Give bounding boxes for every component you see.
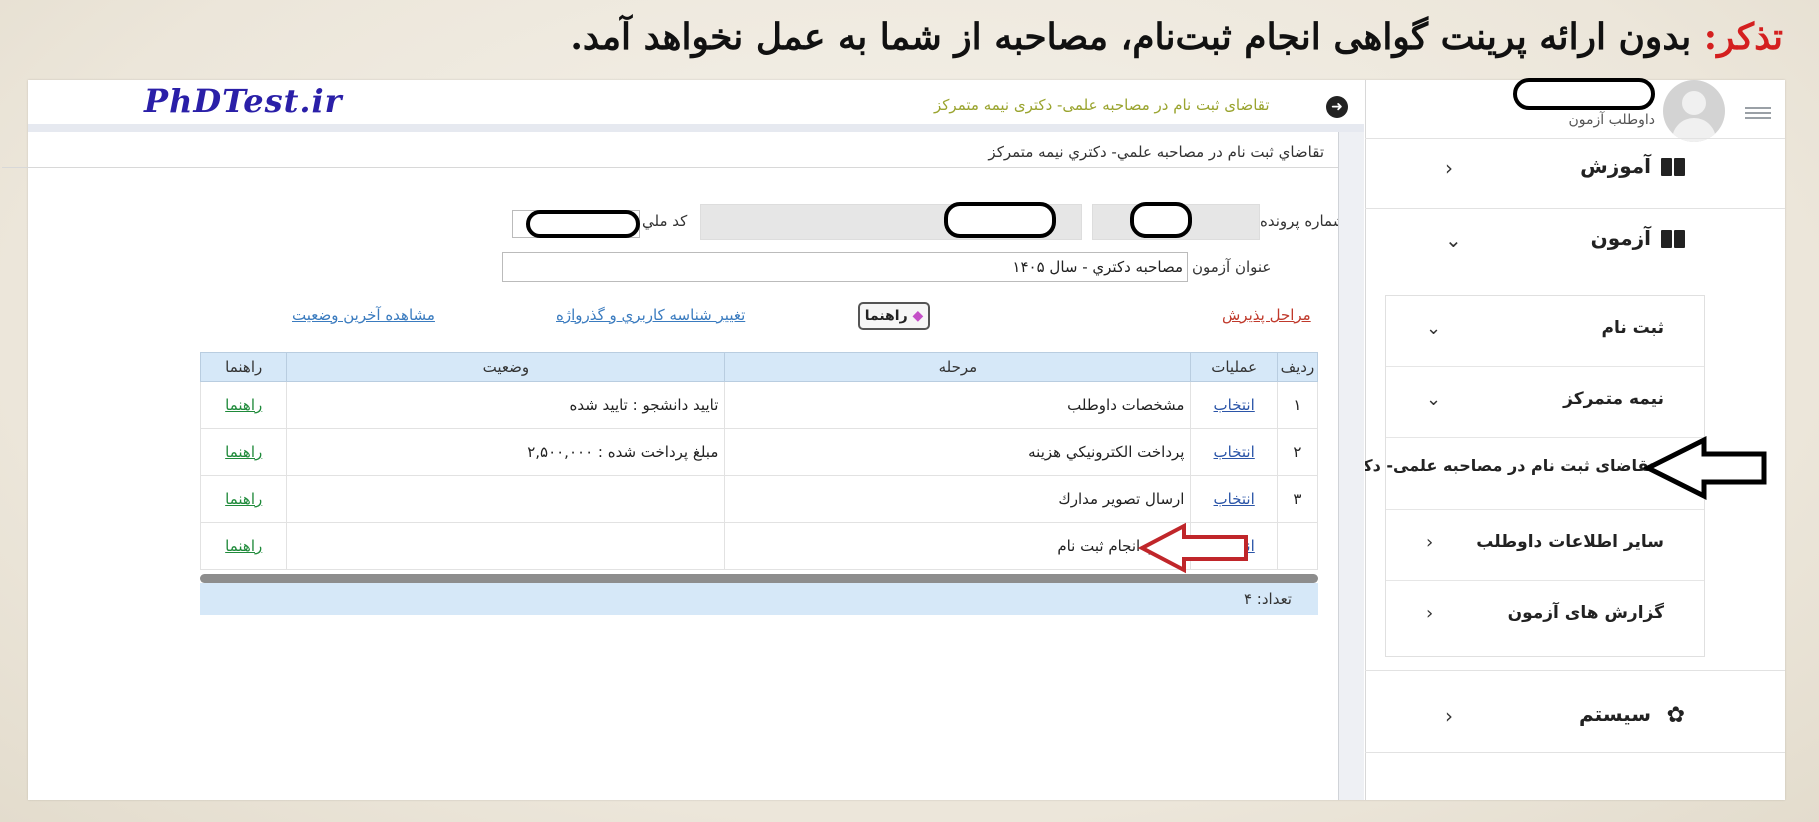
table-scrollbar[interactable]	[200, 574, 1318, 583]
submenu-item-semi-centralized[interactable]: نیمه متمرکز ⌄	[1386, 367, 1704, 437]
chevron-left-icon: ‹	[1426, 603, 1434, 624]
row-help-link[interactable]: راهنما	[225, 490, 262, 508]
submenu-item-interview-request[interactable]: تقاضای ثبت نام در مصاحبه علمی- دکتری نیم…	[1365, 456, 1655, 475]
redaction-mark	[526, 210, 640, 238]
row-help-link[interactable]: راهنما	[225, 443, 262, 461]
page-title: تقاضاي ثبت نام در مصاحبه علمي- دكتري نيم…	[988, 143, 1324, 161]
last-status-link[interactable]: مشاهده آخرين وضعيت	[292, 306, 435, 324]
submenu-item-registration[interactable]: ثبت نام ⌄	[1386, 296, 1704, 366]
status-cell	[286, 475, 726, 523]
row-help-link[interactable]: راهنما	[225, 396, 262, 414]
table-row: ۳ انتخاب ارسال تصوير مدارك راهنما	[199, 475, 1319, 523]
hamburger-menu-icon[interactable]	[1745, 104, 1771, 122]
status-cell	[286, 522, 726, 570]
redaction-mark	[1130, 202, 1192, 238]
back-arrow-icon[interactable]: ➜	[1326, 96, 1348, 118]
breadcrumb[interactable]: تقاضای ثبت نام در مصاحبه علمی- دکتری نیم…	[934, 96, 1270, 114]
stage-cell: گواهي انجام ثبت نام	[724, 522, 1192, 570]
row-number: ۲	[1276, 428, 1319, 476]
select-link[interactable]: انتخاب	[1214, 490, 1255, 508]
exam-title-field[interactable]: مصاحبه دکتري - سال ۱۴۰۵	[502, 252, 1188, 282]
chevron-down-icon: ⌄	[1426, 318, 1442, 339]
screenshot-frame: PhDTest.ir ➜ تقاضای ثبت نام در مصاحبه عل…	[2, 78, 1785, 800]
col-header-stage: مرحله	[724, 352, 1192, 382]
main-content: PhDTest.ir ➜ تقاضای ثبت نام در مصاحبه عل…	[2, 80, 1364, 800]
stage-cell: مشخصات داوطلب	[724, 381, 1192, 429]
sidebar-item-label: آزمون	[1590, 226, 1651, 250]
stage-cell: پرداخت الكترونيكي هزينه	[724, 428, 1192, 476]
col-header-status: وضعيت	[286, 352, 726, 382]
table-row: ۲ انتخاب پرداخت الكترونيكي هزينه مبلغ پر…	[199, 428, 1319, 476]
col-header-operations: عمليات	[1190, 352, 1278, 382]
sidebar-item-exam[interactable]: آزمون ⌄	[1365, 210, 1785, 270]
submenu-label: نیمه متمرکز	[1563, 389, 1664, 409]
black-arrow-icon	[1642, 435, 1767, 501]
change-credentials-link[interactable]: تغيير شناسه كاربري و گذرواژه	[556, 306, 745, 324]
row-help-link[interactable]: راهنما	[225, 537, 262, 555]
sidebar-item-system[interactable]: ✿ سیستم ‹	[1365, 686, 1785, 746]
notice-headline: تذکر: بدون ارائه پرینت گواهی انجام ثبت‌ن…	[83, 8, 1783, 66]
chevron-left-icon: ‹	[1445, 156, 1453, 180]
submenu-label: گزارش های آزمون	[1507, 603, 1664, 623]
sidebar-item-label: سیستم	[1578, 702, 1651, 726]
sidebar-item-education[interactable]: آموزش ‹	[1365, 138, 1785, 198]
top-bar: PhDTest.ir ➜ تقاضای ثبت نام در مصاحبه عل…	[28, 80, 1364, 132]
brand-watermark: PhDTest.ir	[144, 82, 343, 120]
chevron-down-icon: ⌄	[1426, 389, 1442, 410]
page-title-bar: تقاضاي ثبت نام در مصاحبه علمي- دكتري نيم…	[2, 140, 1338, 168]
status-cell: تاييد دانشجو : تاييد شده	[286, 381, 726, 429]
col-header-help: راهنما	[199, 352, 288, 382]
national-id-label: كد ملي	[642, 212, 688, 230]
select-link[interactable]: انتخاب	[1214, 396, 1255, 414]
notice-prefix: تذکر:	[1703, 16, 1783, 58]
stage-cell: ارسال تصوير مدارك	[724, 475, 1192, 523]
submenu-label: ثبت نام	[1601, 318, 1664, 338]
select-link[interactable]: انتخاب	[1214, 443, 1255, 461]
notice-text: بدون ارائه پرینت گواهی انجام ثبت‌نام، مص…	[570, 16, 1692, 58]
redaction-mark	[1513, 78, 1655, 110]
file-number-label: شماره پرونده	[1260, 212, 1346, 230]
book-icon	[1661, 158, 1685, 178]
row-number: ۳	[1276, 475, 1319, 523]
help-button-label: راهنما	[864, 308, 908, 324]
chevron-left-icon: ‹	[1445, 704, 1453, 728]
help-button[interactable]: ◆ راهنما	[858, 302, 930, 330]
avatar	[1663, 80, 1725, 142]
record-count: تعداد: ۴	[200, 583, 1318, 615]
chevron-left-icon: ‹	[1426, 532, 1434, 553]
table-header-row: رديف عمليات مرحله وضعيت راهنما	[199, 352, 1319, 382]
row-number	[1276, 522, 1319, 570]
book-icon	[1661, 230, 1685, 250]
row-number: ۱	[1276, 381, 1319, 429]
main-scroll-gutter	[1338, 132, 1364, 800]
chevron-down-icon: ⌄	[1445, 228, 1462, 252]
redaction-mark	[944, 202, 1056, 238]
red-arrow-icon	[1137, 522, 1248, 574]
sidebar-item-label: آموزش	[1580, 154, 1651, 178]
status-cell: مبلغ پرداخت شده : ۲,۵۰۰,۰۰۰	[286, 428, 726, 476]
gear-icon: ✿	[1666, 703, 1685, 728]
submenu-item-exam-reports[interactable]: گزارش های آزمون ‹	[1386, 581, 1704, 651]
col-header-row-num: رديف	[1276, 352, 1319, 382]
acceptance-steps-link[interactable]: مراحل پذيرش	[1222, 306, 1311, 324]
exam-title-label: عنوان آزمون	[1192, 258, 1272, 276]
gem-icon: ◆	[912, 308, 924, 324]
table-row: ۱ انتخاب مشخصات داوطلب تاييد دانشجو : تا…	[199, 381, 1319, 429]
submenu-label: سایر اطلاعات داوطلب	[1476, 532, 1664, 552]
user-role: داوطلب آزمون	[1568, 112, 1655, 128]
submenu-item-other-info[interactable]: سایر اطلاعات داوطلب ‹	[1386, 510, 1704, 580]
